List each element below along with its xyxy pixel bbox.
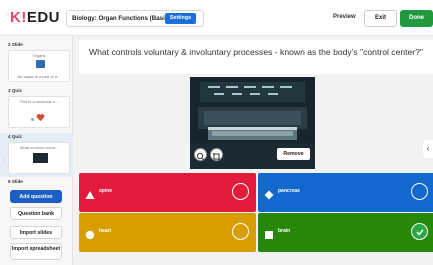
correct-answer-toggle[interactable] (411, 223, 428, 240)
answer-option-2[interactable]: pancreas (258, 173, 433, 212)
thumbnail-title: This is a muscular s... (19, 99, 59, 104)
slide-thumbnail[interactable]: What controls volun... (8, 142, 70, 174)
sidebar-item-quiz-4[interactable]: 4 Quiz What controls volun... (4, 134, 70, 174)
slide-thumbnail[interactable]: Organs An organ is a part of a... (8, 50, 70, 82)
chevron-right-icon[interactable]: ‹ (423, 140, 433, 158)
logo-text: EDU (26, 9, 60, 26)
thumbnail-subtitle: An organ is a part of a... (17, 74, 61, 79)
correct-answer-toggle[interactable] (232, 223, 249, 240)
question-editor: What controls voluntary & involuntary pr… (73, 36, 433, 265)
question-text[interactable]: What controls voluntary & involuntary pr… (79, 40, 433, 74)
top-bar: K!EDU Biology: Organ Functions (Basic) S… (0, 0, 433, 36)
exit-button[interactable]: Exit (364, 10, 397, 27)
logo-mark: K! (10, 9, 27, 26)
answer-text[interactable]: heart (99, 228, 111, 234)
correct-answer-toggle[interactable] (411, 183, 428, 200)
slide-thumbnail[interactable]: This is a muscular s... (8, 96, 70, 128)
answer-text[interactable]: spine (99, 188, 112, 194)
heart-organ-icon (36, 109, 45, 121)
sidebar-item-label: 2 Slide (8, 42, 23, 47)
answer-text[interactable]: brain (278, 228, 290, 234)
sidebar-item-label: 4 Quiz (8, 134, 22, 139)
answer-option-1[interactable]: spine (79, 173, 256, 212)
answer-option-4[interactable]: brain (258, 213, 433, 252)
thumbnail-title: Organs (32, 53, 46, 58)
sidebar-item-quiz-3[interactable]: 3 Quiz This is a muscular s... (4, 88, 70, 128)
thumbnail-image (36, 60, 45, 68)
kahoot-title: Biology: Organ Functions (Basic) (72, 15, 171, 22)
zoom-icon[interactable] (194, 148, 207, 161)
answer-text[interactable]: pancreas (278, 188, 300, 194)
circle-shape-icon (85, 227, 95, 240)
import-spreadsheet-button[interactable]: Import spreadsheet (10, 243, 62, 260)
preview-button[interactable]: Preview (333, 14, 356, 20)
diamond-icon (264, 187, 274, 200)
settings-button[interactable]: Settings (165, 13, 196, 24)
sidebar-item-label: 5 Slide (8, 179, 23, 184)
square-icon (264, 227, 274, 239)
correct-answer-toggle[interactable] (232, 183, 249, 200)
kahoot-logo[interactable]: K!EDU (10, 9, 60, 26)
add-question-button[interactable]: Add question (10, 190, 62, 203)
import-slides-button[interactable]: Import slides (10, 226, 62, 239)
thumbnail-dot (31, 118, 34, 121)
slide-sidebar: 2 Slide Organs An organ is a part of a..… (0, 36, 73, 265)
question-media[interactable]: Remove (190, 77, 315, 169)
check-icon (415, 228, 424, 236)
done-button[interactable]: Done (400, 10, 433, 27)
thumbnail-image (33, 153, 48, 163)
crop-icon[interactable] (210, 148, 223, 161)
question-bank-button[interactable]: Question bank (10, 207, 62, 220)
triangle-icon (85, 187, 95, 199)
thumbnail-title: What controls volun... (19, 145, 59, 150)
answer-option-3[interactable]: heart (79, 213, 256, 252)
remove-media-button[interactable]: Remove (277, 148, 310, 160)
sidebar-item-slide-2[interactable]: 2 Slide Organs An organ is a part of a..… (4, 42, 70, 82)
drag-handle-icon[interactable]: ⋮ (1, 156, 6, 162)
sidebar-item-label: 3 Quiz (8, 88, 22, 93)
sidebar-item-slide-5[interactable]: 5 Slide (4, 179, 70, 184)
